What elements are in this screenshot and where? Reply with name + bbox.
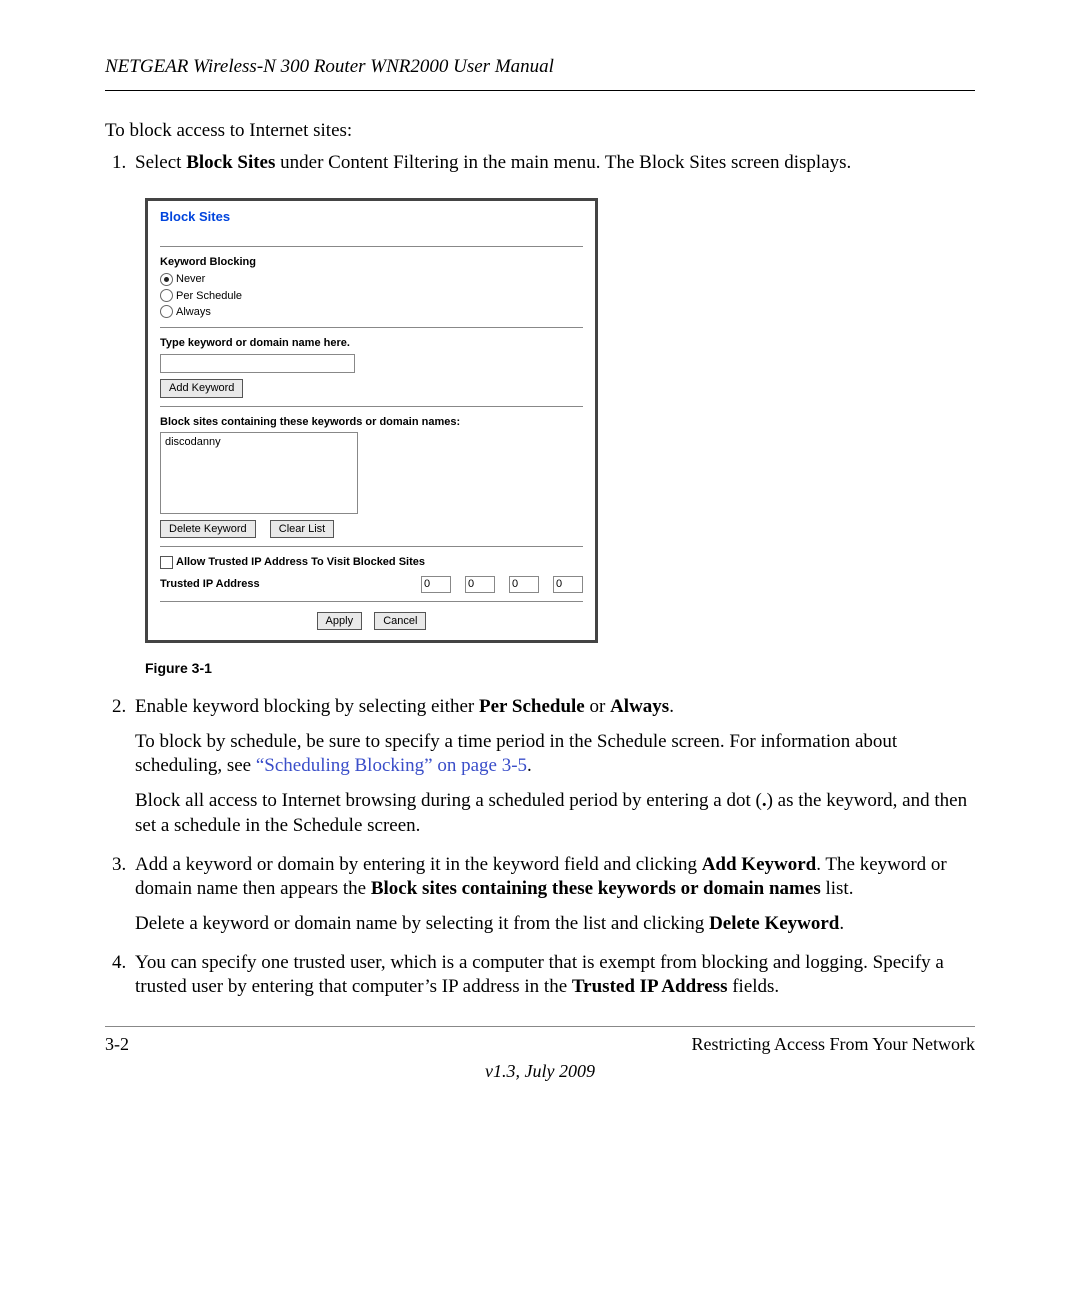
radio-never-row[interactable]: Never [160,272,583,286]
intro-paragraph: To block access to Internet sites: [105,119,975,144]
step-4: You can specify one trusted user, which … [131,951,975,1000]
page-number: 3-2 [105,1033,129,1056]
allow-trusted-label: Allow Trusted IP Address To Visit Blocke… [176,556,425,568]
ip-octet-4[interactable] [553,576,583,593]
step1-bold: Block Sites [186,152,275,173]
ip-octet-2[interactable] [465,576,495,593]
step-1: Select Block Sites under Content Filteri… [131,151,975,677]
step2-post: . [669,696,674,717]
cancel-button[interactable]: Cancel [374,612,426,630]
block-list-label: Block sites containing these keywords or… [160,415,583,429]
step2-p3-pre: Block all access to Internet browsing du… [135,790,762,811]
keyword-input[interactable] [160,354,355,373]
radio-never[interactable] [160,273,173,286]
step2-pre: Enable keyword blocking by selecting eit… [135,696,479,717]
step3-p2-post: . [839,913,844,934]
delete-keyword-button[interactable]: Delete Keyword [160,520,256,538]
step-2: Enable keyword blocking by selecting eit… [131,695,975,838]
divider [160,246,583,247]
add-keyword-button[interactable]: Add Keyword [160,379,243,397]
divider [160,327,583,328]
radio-always[interactable] [160,305,173,318]
step4-trusted-ip: Trusted IP Address [572,976,728,997]
step2-per-schedule: Per Schedule [479,696,585,717]
step3-p1-post: list. [821,878,854,899]
divider [160,601,583,602]
step2-always: Always [610,696,669,717]
step4-post: fields. [727,976,779,997]
ip-octet-1[interactable] [421,576,451,593]
block-sites-title: Block Sites [160,209,583,226]
step2-or: or [585,696,610,717]
step3-block-list-name: Block sites containing these keywords or… [371,878,821,899]
step-3: Add a keyword or domain by entering it i… [131,853,975,937]
clear-list-button[interactable]: Clear List [270,520,334,538]
figure-caption: Figure 3-1 [145,659,975,677]
step3-p2-pre: Delete a keyword or domain name by selec… [135,913,709,934]
step1-pre: Select [135,152,186,173]
radio-schedule-label: Per Schedule [176,289,242,303]
radio-never-label: Never [176,272,205,286]
keyword-listbox[interactable]: discodanny [160,432,358,514]
divider [160,546,583,547]
list-item[interactable]: discodanny [165,435,353,449]
radio-always-row[interactable]: Always [160,305,583,319]
footer-chapter: Restricting Access From Your Network [692,1033,975,1056]
radio-schedule-row[interactable]: Per Schedule [160,289,583,303]
divider [160,406,583,407]
allow-trusted-checkbox[interactable] [160,556,173,569]
radio-schedule[interactable] [160,289,173,302]
trusted-ip-label: Trusted IP Address [160,577,260,591]
step3-delete-keyword: Delete Keyword [709,913,839,934]
type-keyword-label: Type keyword or domain name here. [160,336,583,350]
scheduling-blocking-link[interactable]: “Scheduling Blocking” on page 3-5 [256,755,527,776]
figure-container: Block Sites Keyword Blocking Never Per S… [145,198,975,643]
apply-button[interactable]: Apply [317,612,363,630]
ip-octet-3[interactable] [509,576,539,593]
radio-always-label: Always [176,305,211,319]
keyword-blocking-label: Keyword Blocking [160,255,583,269]
allow-trusted-row[interactable]: Allow Trusted IP Address To Visit Blocke… [160,555,583,569]
step2-p2-post: . [527,755,532,776]
step3-p1-pre: Add a keyword or domain by entering it i… [135,854,702,875]
page-header: NETGEAR Wireless-N 300 Router WNR2000 Us… [105,55,975,91]
footer-rule [105,1026,975,1027]
step3-add-keyword: Add Keyword [702,854,817,875]
footer-version: v1.3, July 2009 [105,1060,975,1083]
step4-pre: You can specify one trusted user, which … [135,952,944,998]
step1-post: under Content Filtering in the main menu… [275,152,851,173]
block-sites-screenshot: Block Sites Keyword Blocking Never Per S… [145,198,598,643]
